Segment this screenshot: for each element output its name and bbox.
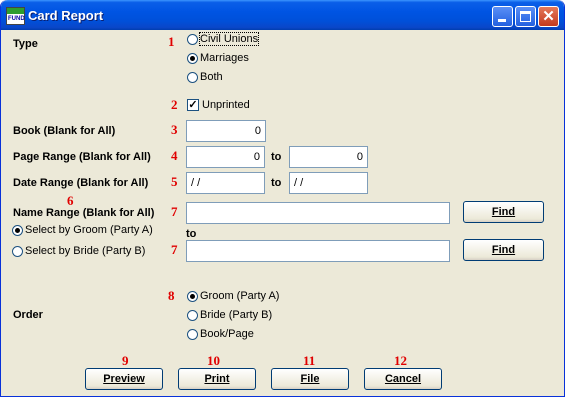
- name-range-label: Name Range (Blank for All): [13, 207, 155, 219]
- close-button[interactable]: ✕: [538, 6, 559, 27]
- name-range-to-label: to: [186, 228, 197, 240]
- cancel-marker: 12: [394, 353, 407, 368]
- date-range-marker: 5: [171, 174, 178, 189]
- name-range-to-input[interactable]: [186, 240, 450, 262]
- maximize-icon: [520, 11, 531, 22]
- book-marker: 3: [171, 122, 178, 137]
- select-by-bride-radio[interactable]: [12, 246, 23, 257]
- order-groom-label[interactable]: Groom (Party A): [200, 290, 279, 302]
- title-bar[interactable]: FUND Card Report ✕: [1, 0, 564, 30]
- type-both-label[interactable]: Both: [200, 71, 223, 83]
- minimize-icon: [498, 19, 506, 22]
- date-range-to-label: to: [271, 177, 282, 189]
- find-from-button[interactable]: Find: [463, 201, 544, 223]
- type-civil-unions-label[interactable]: Civil Unions: [198, 32, 260, 46]
- preview-button[interactable]: Preview: [85, 368, 163, 390]
- fund-app-icon: FUND: [6, 7, 25, 25]
- print-button[interactable]: Print: [178, 368, 256, 390]
- card-report-window: FUND Card Report ✕ Type 1 Civil Unions M…: [0, 0, 565, 397]
- order-marker: 8: [168, 288, 175, 303]
- order-bride-radio[interactable]: [187, 310, 198, 321]
- book-label: Book (Blank for All): [13, 125, 116, 137]
- type-marker: 1: [168, 34, 175, 49]
- order-bride-label[interactable]: Bride (Party B): [200, 309, 272, 321]
- book-input[interactable]: 0: [186, 120, 266, 142]
- order-book-page-radio[interactable]: [187, 329, 198, 340]
- date-range-from-input[interactable]: / /: [186, 172, 265, 194]
- select-by-groom-label[interactable]: Select by Groom (Party A): [25, 224, 153, 236]
- print-marker: 10: [207, 353, 220, 368]
- unprinted-label[interactable]: Unprinted: [202, 99, 250, 111]
- find-to-button[interactable]: Find: [463, 239, 544, 261]
- minimize-button[interactable]: [492, 6, 513, 27]
- file-marker: 11: [303, 353, 316, 368]
- type-marriages-radio[interactable]: [187, 53, 198, 64]
- name-range-to-marker: 7: [171, 242, 178, 257]
- name-range-from-input[interactable]: [186, 202, 450, 224]
- unprinted-checkbox[interactable]: ✓: [187, 99, 199, 111]
- page-range-marker: 4: [171, 148, 178, 163]
- cancel-button[interactable]: Cancel: [364, 368, 442, 390]
- page-range-from-input[interactable]: 0: [186, 146, 265, 168]
- type-marriages-label[interactable]: Marriages: [200, 52, 249, 64]
- window-title: Card Report: [28, 8, 104, 23]
- name-range-from-marker: 7: [171, 204, 178, 219]
- type-both-radio[interactable]: [187, 72, 198, 83]
- preview-marker: 9: [122, 353, 129, 368]
- type-label: Type: [13, 38, 38, 50]
- select-by-bride-label[interactable]: Select by Bride (Party B): [25, 245, 145, 257]
- order-groom-radio[interactable]: [187, 291, 198, 302]
- close-icon: ✕: [542, 8, 555, 25]
- page-range-label: Page Range (Blank for All): [13, 151, 151, 163]
- page-range-to-label: to: [271, 151, 282, 163]
- page-range-to-input[interactable]: 0: [289, 146, 368, 168]
- select-by-groom-radio[interactable]: [12, 225, 23, 236]
- order-book-page-label[interactable]: Book/Page: [200, 328, 254, 340]
- date-range-label: Date Range (Blank for All): [13, 177, 149, 189]
- file-button[interactable]: File: [271, 368, 349, 390]
- maximize-button[interactable]: [515, 6, 536, 27]
- date-range-to-input[interactable]: / /: [289, 172, 368, 194]
- order-label: Order: [13, 309, 43, 321]
- unprinted-marker: 2: [171, 97, 178, 112]
- type-civil-unions-radio[interactable]: [187, 34, 198, 45]
